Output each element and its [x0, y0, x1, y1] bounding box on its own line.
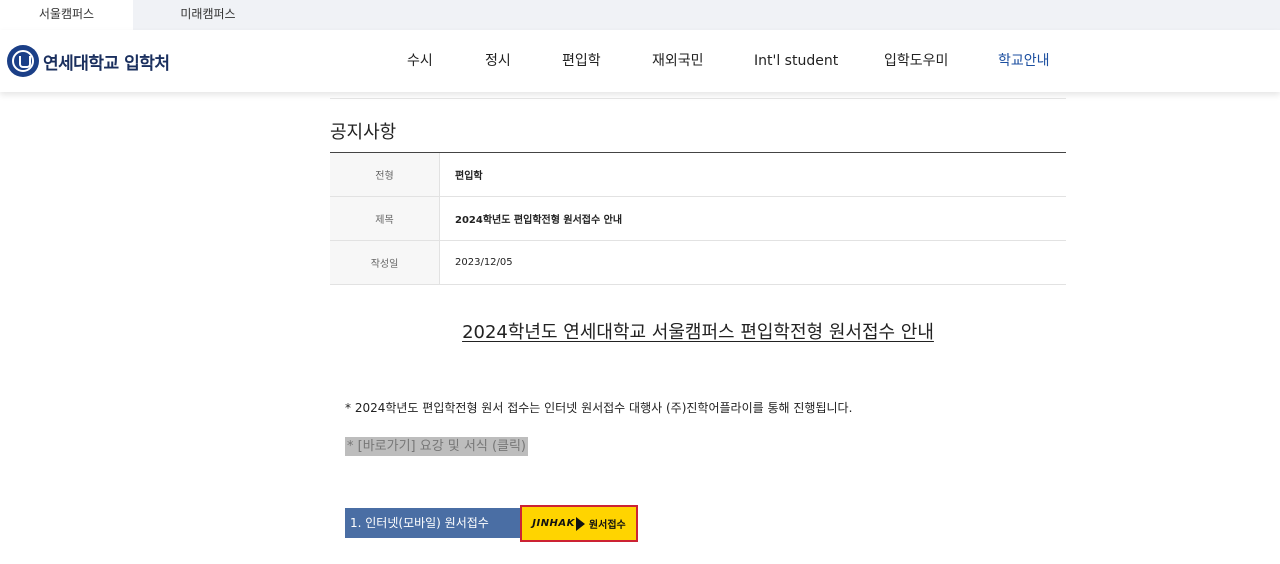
- site-header: 연세대학교 입학처 수시 정시 편입학 재외국민 Int'l student 입…: [0, 30, 1280, 92]
- tab-seoul-campus[interactable]: 서울캠퍼스: [0, 0, 133, 30]
- site-logo[interactable]: 연세대학교 입학처: [7, 45, 170, 77]
- nav-item-susi[interactable]: 수시: [407, 30, 433, 92]
- nav-item-admission-help[interactable]: 입학도우미: [884, 30, 948, 92]
- nav-item-overseas-korean[interactable]: 재외국민: [652, 30, 704, 92]
- divider: [330, 98, 1066, 99]
- row-label-type: 전형: [330, 153, 440, 196]
- tab-mirae-campus[interactable]: 미래캠퍼스: [133, 0, 283, 30]
- arrow-right-icon: [575, 516, 585, 531]
- nav-item-school-info[interactable]: 학교안내: [998, 30, 1050, 92]
- notice-info-table: 전형 편입학 제목 2024학년도 편입학전형 원서접수 안내 작성일 2023…: [330, 152, 1066, 285]
- apply-bar-label: 1. 인터넷(모바일) 원서접수: [345, 508, 520, 538]
- logo-text: 연세대학교 입학처: [43, 53, 170, 74]
- jinhak-apply-button[interactable]: JINHAK 원서접수: [520, 505, 638, 542]
- nav-item-jeongsi[interactable]: 정시: [485, 30, 511, 92]
- campus-tab-bar: 서울캠퍼스 미래캠퍼스: [0, 0, 1280, 30]
- table-row: 제목 2024학년도 편입학전형 원서접수 안내: [330, 197, 1066, 241]
- table-row: 전형 편입학: [330, 153, 1066, 197]
- jinhak-logo: JINHAK: [532, 518, 575, 529]
- table-row: 작성일 2023/12/05: [330, 241, 1066, 285]
- page-title: 공지사항: [330, 122, 397, 143]
- article-heading: 2024학년도 연세대학교 서울캠퍼스 편입학전형 원서접수 안내: [462, 322, 934, 343]
- row-label-date: 작성일: [330, 241, 440, 284]
- nav-item-intl-student[interactable]: Int'l student: [754, 30, 838, 92]
- guide-link[interactable]: * [바로가기] 요강 및 서식 (클릭): [345, 437, 529, 456]
- row-value-title: 2024학년도 편입학전형 원서접수 안내: [455, 215, 623, 226]
- apply-button-label: 원서접수: [588, 520, 626, 531]
- article-paragraph: * 2024학년도 편입학전형 원서 접수는 인터넷 원서접수 대행사 (주)진…: [345, 401, 853, 415]
- row-value-date: 2023/12/05: [455, 257, 513, 268]
- nav-item-transfer[interactable]: 편입학: [562, 30, 601, 92]
- row-value-type: 편입학: [455, 171, 483, 182]
- row-label-title: 제목: [330, 197, 440, 240]
- university-emblem-icon: [7, 45, 39, 77]
